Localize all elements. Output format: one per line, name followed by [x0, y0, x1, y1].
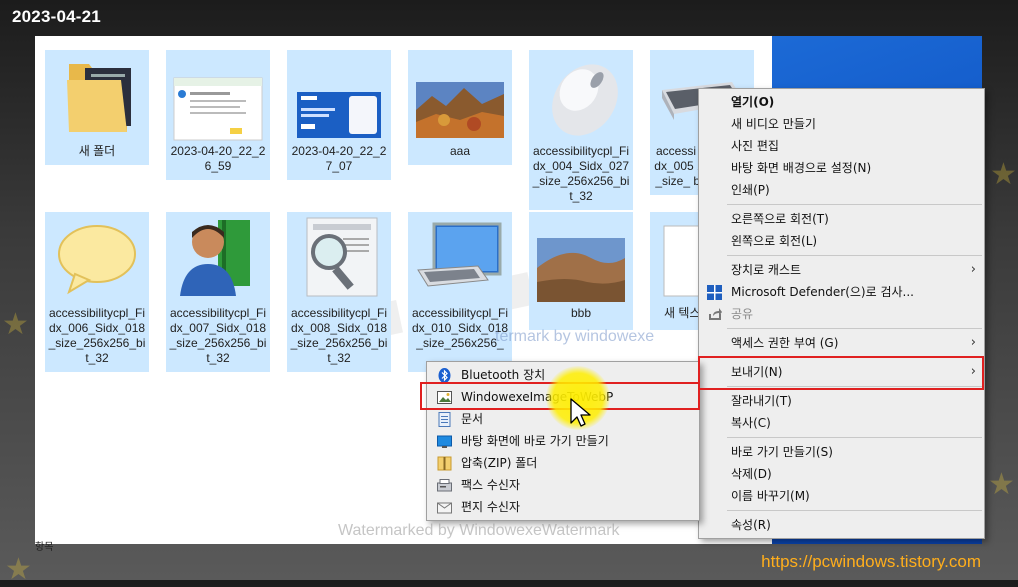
file-name: accessibilitycpl_Fidx_006_Sidx_018_size_…: [48, 306, 146, 365]
menu-separator: [727, 510, 982, 511]
computer-icon: [414, 212, 506, 304]
send-to-desktop-shortcut[interactable]: 바탕 화면에 바로 가기 만들기: [427, 430, 699, 452]
send-to-fax-recipient[interactable]: 팩스 수신자: [427, 474, 699, 496]
status-bar-text: 항목: [35, 542, 54, 553]
file-tile-new-folder[interactable]: 새 폴더: [45, 50, 149, 165]
file-tile-accessibility-004[interactable]: accessibilitycpl_Fidx_004_Sidx_027_size_…: [529, 50, 633, 210]
chevron-right-icon: ›: [970, 335, 976, 350]
file-tile-bbb[interactable]: bbb: [529, 212, 633, 330]
mail-icon: [437, 500, 452, 515]
menu-share[interactable]: 공유: [699, 303, 984, 325]
menu-new-video[interactable]: 새 비디오 만들기: [699, 113, 984, 135]
landscape-thumbnail: [535, 212, 627, 304]
landscape-thumbnail: [414, 50, 506, 142]
menu-open[interactable]: 열기(O): [699, 91, 984, 113]
star-decoration: ★: [2, 307, 29, 342]
menu-defender-scan[interactable]: Microsoft Defender(으)로 검사...: [699, 281, 984, 303]
text-file-icon: [650, 212, 701, 304]
file-name: accessibilitycpl_Fidx_007_Sidx_018_size_…: [169, 306, 267, 365]
menu-label: 공유: [731, 307, 754, 321]
menu-separator: [727, 328, 982, 329]
highlight-send-to: [698, 356, 984, 390]
file-name: bbb: [570, 306, 592, 320]
user-book-icon: [172, 212, 264, 304]
desktop-icon: [437, 434, 452, 449]
menu-label: 장치로 캐스트: [731, 263, 802, 277]
menu-label: 문서: [461, 412, 484, 426]
menu-rotate-right[interactable]: 오른쪽으로 회전(T): [699, 208, 984, 230]
mouse-cursor-icon: [570, 398, 592, 434]
context-menu: 열기(O) 새 비디오 만들기 사진 편집 바탕 화면 배경으로 설정(N) 인…: [698, 88, 985, 539]
file-tile-accessibility-008[interactable]: accessibilitycpl_Fidx_008_Sidx_018_size_…: [287, 212, 391, 372]
file-tile-aaa[interactable]: aaa: [408, 50, 512, 165]
menu-cut[interactable]: 잘라내기(T): [699, 390, 984, 412]
menu-rename[interactable]: 이름 바꾸기(M): [699, 485, 984, 507]
menu-set-wallpaper[interactable]: 바탕 화면 배경으로 설정(N): [699, 157, 984, 179]
menu-print[interactable]: 인쇄(P): [699, 179, 984, 201]
file-name: accessibilitycpl_Fidx_008_Sidx_018_size_…: [290, 306, 388, 365]
star-decoration: ★: [988, 467, 1015, 502]
file-tile-screenshot-2[interactable]: 2023-04-20_22_27_07: [287, 50, 391, 180]
menu-grant-access[interactable]: 액세스 권한 부여 (G) ›: [699, 332, 984, 354]
menu-copy[interactable]: 복사(C): [699, 412, 984, 434]
documents-icon: [437, 412, 452, 427]
file-name: aaa: [449, 144, 471, 158]
menu-delete[interactable]: 삭제(D): [699, 463, 984, 485]
fax-icon: [437, 478, 452, 493]
menu-rotate-left[interactable]: 왼쪽으로 회전(L): [699, 230, 984, 252]
zip-folder-icon: [437, 456, 452, 471]
date-label: 2023-04-21: [12, 7, 101, 26]
send-to-zip-folder[interactable]: 압축(ZIP) 폴더: [427, 452, 699, 474]
file-name: 새 폴더: [78, 144, 116, 158]
star-decoration: ★: [990, 157, 1017, 192]
mouse-icon: [535, 50, 627, 142]
menu-create-shortcut[interactable]: 바로 가기 만들기(S): [699, 441, 984, 463]
menu-label: Bluetooth 장치: [461, 368, 546, 382]
menu-cast-to-device[interactable]: 장치로 캐스트 ›: [699, 259, 984, 281]
defender-icon: [707, 285, 722, 300]
screenshot-thumbnail: [172, 50, 264, 142]
menu-label: 편지 수신자: [461, 500, 521, 514]
menu-separator: [727, 204, 982, 205]
magnifier-icon: [293, 212, 385, 304]
file-name: 새 텍스: [664, 306, 701, 320]
file-tile-accessibility-006[interactable]: accessibilitycpl_Fidx_006_Sidx_018_size_…: [45, 212, 149, 372]
menu-label: Microsoft Defender(으)로 검사...: [731, 285, 914, 299]
file-tile-accessibility-010[interactable]: accessibilitycpl_Fidx_010_Sidx_018_size_…: [408, 212, 512, 372]
blog-url-text: https://pcwindows.tistory.com: [761, 552, 981, 571]
file-name: 2023-04-20_22_26_59: [170, 144, 266, 173]
file-tile-new-text[interactable]: 새 텍스: [650, 212, 701, 330]
speech-bubble-icon: [51, 212, 143, 304]
menu-edit-photo[interactable]: 사진 편집: [699, 135, 984, 157]
file-name: accessibilitycpl_Fidx_004_Sidx_027_size_…: [532, 144, 630, 203]
screenshot-thumbnail: [293, 50, 385, 142]
watermark-text: Watermarked by WindowexeWatermark: [338, 522, 620, 539]
share-icon: [707, 307, 722, 322]
menu-properties[interactable]: 속성(R): [699, 514, 984, 536]
bluetooth-icon: [437, 368, 452, 383]
file-name: 2023-04-20_22_27_07: [291, 144, 387, 173]
menu-label: 바탕 화면에 바로 가기 만들기: [461, 434, 609, 448]
menu-label: 팩스 수신자: [461, 478, 521, 492]
folder-icon: [51, 50, 143, 142]
menu-separator: [727, 255, 982, 256]
menu-separator: [727, 437, 982, 438]
star-decoration: ★: [5, 552, 32, 587]
menu-label: 액세스 권한 부여 (G): [731, 336, 839, 350]
file-tile-screenshot-1[interactable]: 2023-04-20_22_26_59: [166, 50, 270, 180]
menu-label: 압축(ZIP) 폴더: [461, 456, 538, 470]
send-to-mail-recipient[interactable]: 편지 수신자: [427, 496, 699, 518]
watermark-text: termark by windowexe: [495, 328, 655, 345]
file-tile-accessibility-007[interactable]: accessibilitycpl_Fidx_007_Sidx_018_size_…: [166, 212, 270, 372]
chevron-right-icon: ›: [970, 262, 976, 277]
